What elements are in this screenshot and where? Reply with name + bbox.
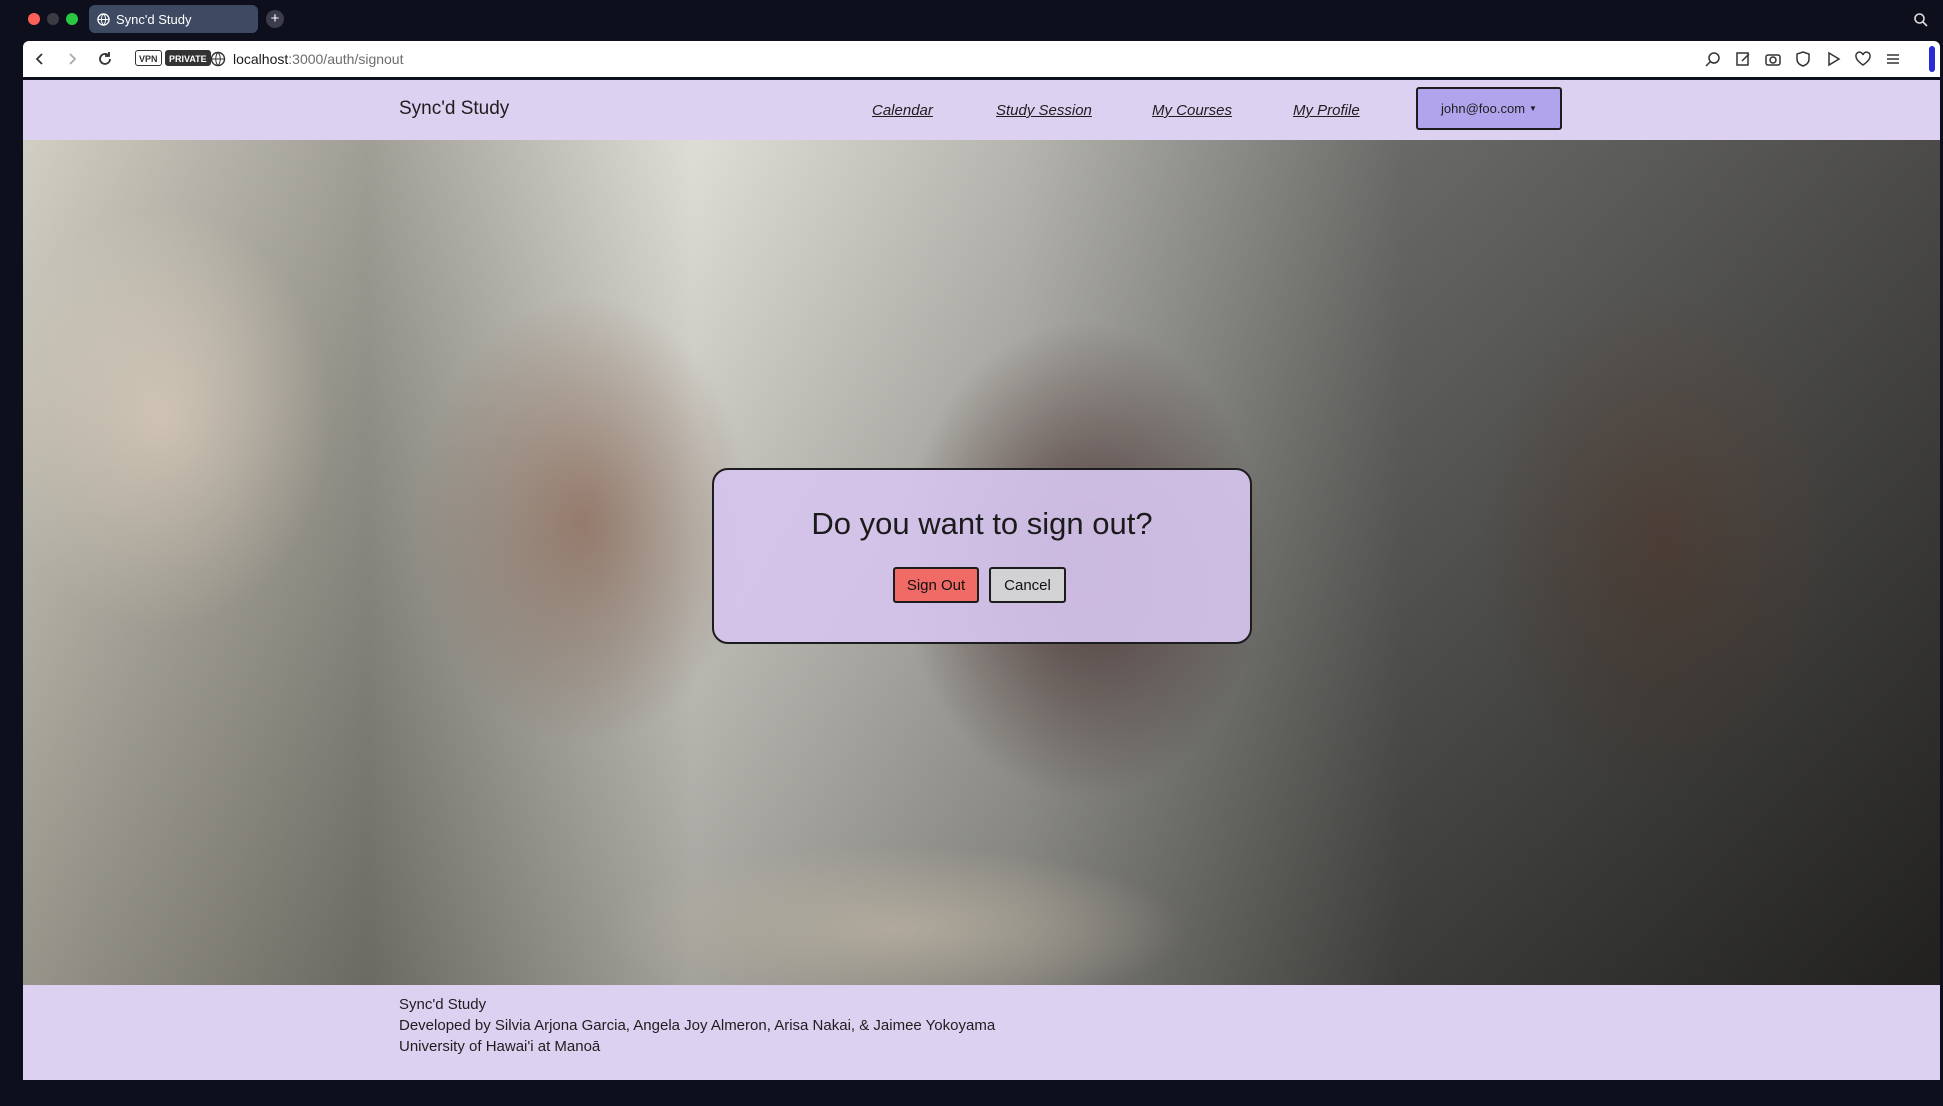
site-info-icon[interactable] xyxy=(209,50,227,68)
close-window-button[interactable] xyxy=(28,13,40,25)
reload-icon[interactable] xyxy=(96,50,114,68)
nav-link-my-profile[interactable]: My Profile xyxy=(1293,102,1360,119)
signout-dialog: Do you want to sign out? Sign Out Cancel xyxy=(712,468,1252,644)
navbar: Sync'd Study Calendar Study Session My C… xyxy=(23,80,1940,140)
user-menu-dropdown[interactable]: john@foo.com ▼ xyxy=(1416,87,1562,130)
dialog-title: Do you want to sign out? xyxy=(811,506,1153,541)
address-bar[interactable]: localhost:3000/auth/signout xyxy=(233,50,403,68)
cancel-button[interactable]: Cancel xyxy=(989,567,1066,603)
back-icon[interactable] xyxy=(31,50,49,68)
new-tab-button[interactable]: + xyxy=(266,10,284,28)
brand-title[interactable]: Sync'd Study xyxy=(399,98,509,120)
edit-icon[interactable] xyxy=(1734,50,1752,68)
browser-tab[interactable]: Sync'd Study xyxy=(89,5,258,33)
heart-icon[interactable] xyxy=(1854,50,1872,68)
browser-titlebar: Sync'd Study + xyxy=(0,0,1943,38)
browser-toolbar: VPN PRIVATE localhost:3000/auth/signout xyxy=(23,41,1940,77)
footer-title: Sync'd Study xyxy=(399,996,487,1013)
forward-icon[interactable] xyxy=(63,50,81,68)
sidebar-toggle[interactable] xyxy=(1929,46,1935,72)
shield-icon[interactable] xyxy=(1794,50,1812,68)
menu-icon[interactable] xyxy=(1884,50,1902,68)
tab-title: Sync'd Study xyxy=(116,11,192,27)
footer-university: University of Hawai'i at Manoā xyxy=(399,1038,601,1055)
user-email: john@foo.com xyxy=(1441,101,1526,116)
minimize-window-button[interactable] xyxy=(47,13,59,25)
private-badge: PRIVATE xyxy=(165,50,211,66)
camera-icon[interactable] xyxy=(1764,50,1782,68)
maximize-window-button[interactable] xyxy=(66,13,78,25)
sign-out-button[interactable]: Sign Out xyxy=(893,567,979,603)
footer-credits: Developed by Silvia Arjona Garcia, Angel… xyxy=(399,1017,996,1034)
globe-icon xyxy=(97,12,110,26)
vpn-badge[interactable]: VPN xyxy=(135,50,162,66)
page-content: Sync'd Study Calendar Study Session My C… xyxy=(23,77,1940,1080)
search-icon[interactable] xyxy=(1913,12,1929,28)
footer: Sync'd Study Developed by Silvia Arjona … xyxy=(23,985,1940,1080)
zoom-search-icon[interactable] xyxy=(1704,50,1722,68)
url-path: :3000/auth/signout xyxy=(288,51,404,67)
caret-down-icon: ▼ xyxy=(1529,104,1537,113)
nav-link-study-session[interactable]: Study Session xyxy=(996,102,1092,119)
nav-link-my-courses[interactable]: My Courses xyxy=(1152,102,1232,119)
url-host: localhost xyxy=(233,51,289,67)
nav-link-calendar[interactable]: Calendar xyxy=(872,102,933,119)
play-icon[interactable] xyxy=(1824,50,1842,68)
